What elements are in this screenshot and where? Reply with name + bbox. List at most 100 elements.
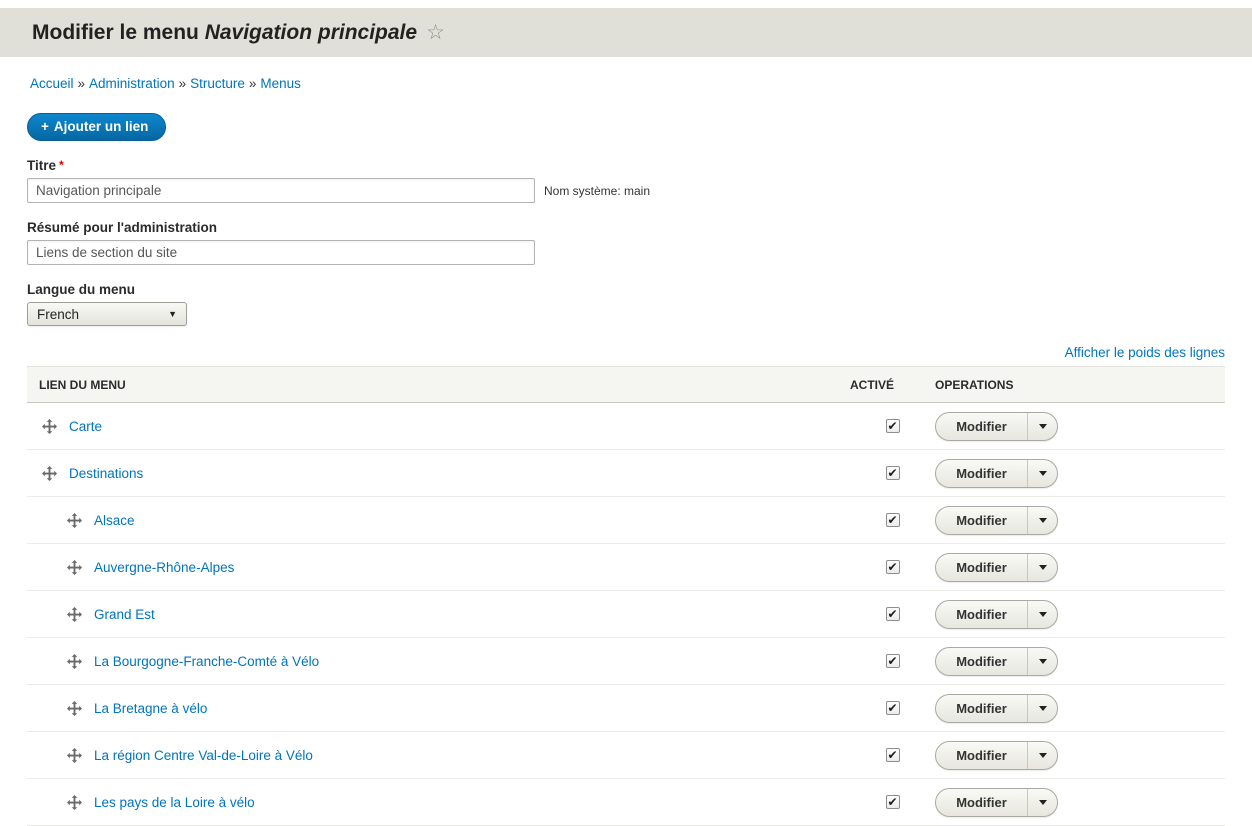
edit-button[interactable]: Modifier — [936, 413, 1028, 440]
caret-down-icon — [1039, 424, 1047, 429]
edit-button[interactable]: Modifier — [936, 648, 1028, 675]
edit-button-label: Modifier — [956, 607, 1007, 622]
menu-link-row: Grand Est ✔ Modifier — [27, 591, 1225, 638]
required-marker: * — [59, 158, 64, 172]
drag-handle-icon[interactable] — [67, 701, 82, 716]
drag-handle-icon[interactable] — [67, 513, 82, 528]
menu-link-row: Carte ✔ Modifier — [27, 403, 1225, 450]
operations-button-group: Modifier — [935, 694, 1058, 723]
shortcut-star-icon[interactable]: ☆ — [426, 21, 445, 44]
menu-link[interactable]: La Bourgogne-Franche-Comté à Vélo — [94, 654, 319, 669]
select-arrow-icon: ▼ — [168, 309, 177, 319]
header-link-column: LIEN DU MENU — [27, 378, 850, 392]
operations-button-group: Modifier — [935, 788, 1058, 817]
breadcrumb-link[interactable]: Menus — [260, 76, 301, 91]
main-content: + Ajouter un lien Titre* Nom système: ma… — [0, 91, 1252, 826]
enabled-cell: ✔ — [850, 466, 935, 480]
menu-link[interactable]: Auvergne-Rhône-Alpes — [94, 560, 234, 575]
menu-language-select[interactable]: French ▼ — [27, 302, 187, 326]
operations-button-group: Modifier — [935, 600, 1058, 629]
machine-name-note: Nom système: main — [544, 184, 650, 198]
edit-button[interactable]: Modifier — [936, 789, 1028, 816]
drag-handle-icon[interactable] — [67, 654, 82, 669]
edit-button[interactable]: Modifier — [936, 554, 1028, 581]
drag-handle-icon[interactable] — [67, 560, 82, 575]
header-operations-column: OPERATIONS — [935, 378, 1225, 392]
operations-dropdown-toggle[interactable] — [1028, 507, 1057, 534]
operations-dropdown-toggle[interactable] — [1028, 789, 1057, 816]
edit-button[interactable]: Modifier — [936, 742, 1028, 769]
enabled-checkbox[interactable]: ✔ — [886, 607, 900, 621]
enabled-checkbox[interactable]: ✔ — [886, 560, 900, 574]
menu-link-cell: La Bourgogne-Franche-Comté à Vélo — [27, 654, 850, 669]
menu-link-cell: Auvergne-Rhône-Alpes — [27, 560, 850, 575]
enabled-checkbox[interactable]: ✔ — [886, 795, 900, 809]
edit-button-label: Modifier — [956, 560, 1007, 575]
drag-handle-icon[interactable] — [67, 607, 82, 622]
menu-link[interactable]: La région Centre Val-de-Loire à Vélo — [94, 748, 313, 763]
operations-dropdown-toggle[interactable] — [1028, 742, 1057, 769]
menu-link[interactable]: Alsace — [94, 513, 135, 528]
menu-link[interactable]: La Bretagne à vélo — [94, 701, 207, 716]
title-input[interactable] — [27, 178, 535, 203]
title-field-label: Titre* — [27, 158, 1225, 173]
enabled-cell: ✔ — [850, 513, 935, 527]
enabled-checkbox[interactable]: ✔ — [886, 513, 900, 527]
menu-link[interactable]: Destinations — [69, 466, 143, 481]
page-header: Modifier le menu Navigation principale☆ — [0, 8, 1252, 57]
edit-button[interactable]: Modifier — [936, 601, 1028, 628]
breadcrumb-link[interactable]: Administration — [89, 76, 175, 91]
caret-down-icon — [1039, 565, 1047, 570]
edit-button[interactable]: Modifier — [936, 507, 1028, 534]
add-link-button[interactable]: + Ajouter un lien — [27, 113, 166, 141]
add-link-button-label: Ajouter un lien — [54, 119, 149, 134]
row-indent — [42, 708, 67, 709]
menu-link-cell: Grand Est — [27, 607, 850, 622]
drag-handle-icon[interactable] — [67, 748, 82, 763]
edit-button-label: Modifier — [956, 654, 1007, 669]
operations-dropdown-toggle[interactable] — [1028, 648, 1057, 675]
page-title-prefix: Modifier le menu — [32, 21, 205, 44]
drag-handle-icon[interactable] — [42, 466, 57, 481]
menu-language-selected-value: French — [37, 307, 79, 322]
row-indent — [42, 661, 67, 662]
menu-link-cell: Carte — [27, 419, 850, 434]
enabled-checkbox[interactable]: ✔ — [886, 466, 900, 480]
breadcrumb-link[interactable]: Accueil — [30, 76, 74, 91]
drag-handle-icon[interactable] — [67, 795, 82, 810]
caret-down-icon — [1039, 706, 1047, 711]
breadcrumb-link[interactable]: Structure — [190, 76, 245, 91]
breadcrumb-separator: » — [78, 76, 86, 91]
operations-cell: Modifier — [935, 694, 1225, 723]
edit-button[interactable]: Modifier — [936, 460, 1028, 487]
summary-input[interactable] — [27, 240, 535, 265]
edit-button[interactable]: Modifier — [936, 695, 1028, 722]
enabled-checkbox[interactable]: ✔ — [886, 419, 900, 433]
menu-table-body: Carte ✔ Modifier Destinations ✔ — [27, 403, 1225, 826]
menu-link-cell: La région Centre Val-de-Loire à Vélo — [27, 748, 850, 763]
title-label-text: Titre — [27, 158, 56, 173]
menu-link-row: La région Centre Val-de-Loire à Vélo ✔ M… — [27, 732, 1225, 779]
menu-link[interactable]: Grand Est — [94, 607, 155, 622]
caret-down-icon — [1039, 471, 1047, 476]
enabled-checkbox[interactable]: ✔ — [886, 748, 900, 762]
operations-dropdown-toggle[interactable] — [1028, 460, 1057, 487]
operations-dropdown-toggle[interactable] — [1028, 601, 1057, 628]
operations-dropdown-toggle[interactable] — [1028, 413, 1057, 440]
operations-dropdown-toggle[interactable] — [1028, 554, 1057, 581]
caret-down-icon — [1039, 659, 1047, 664]
operations-cell: Modifier — [935, 600, 1225, 629]
enabled-checkbox[interactable]: ✔ — [886, 701, 900, 715]
language-field-label: Langue du menu — [27, 282, 1225, 297]
page-title: Modifier le menu Navigation principale☆ — [32, 21, 445, 45]
menu-link[interactable]: Les pays de la Loire à vélo — [94, 795, 255, 810]
enabled-cell: ✔ — [850, 748, 935, 762]
row-indent — [42, 755, 67, 756]
enabled-checkbox[interactable]: ✔ — [886, 654, 900, 668]
show-row-weights-link[interactable]: Afficher le poids des lignes — [1065, 345, 1225, 360]
enabled-cell: ✔ — [850, 560, 935, 574]
drag-handle-icon[interactable] — [42, 419, 57, 434]
menu-link[interactable]: Carte — [69, 419, 102, 434]
edit-button-label: Modifier — [956, 419, 1007, 434]
operations-dropdown-toggle[interactable] — [1028, 695, 1057, 722]
